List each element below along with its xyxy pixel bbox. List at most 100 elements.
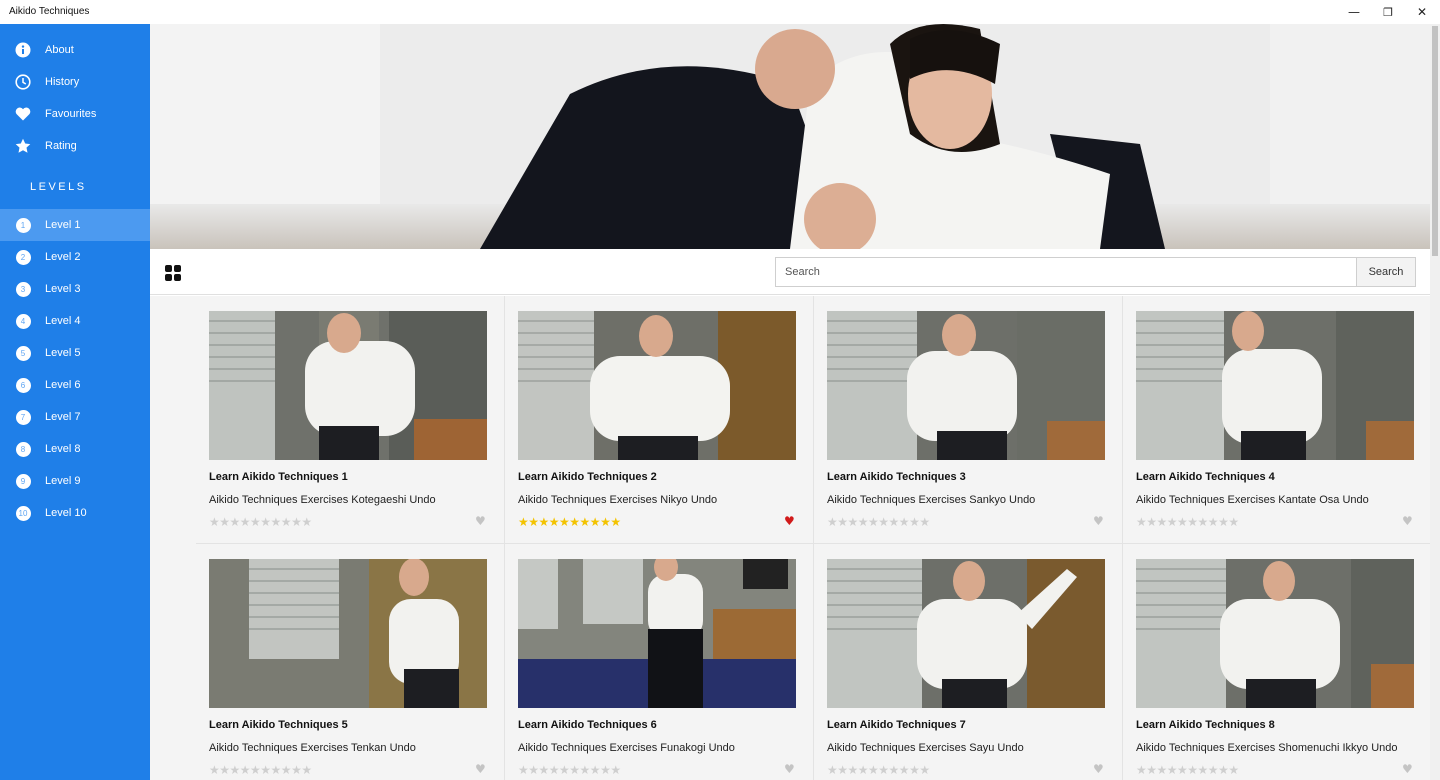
sidebar-item-level-10[interactable]: 10 Level 10 — [0, 497, 150, 529]
sidebar: About History Favourites Rating LEVELS 1… — [0, 24, 150, 780]
sidebar-item-label: Level 6 — [45, 379, 81, 391]
video-title: Learn Aikido Techniques 6 — [518, 719, 657, 731]
rating-stars[interactable]: ★★★★★★★★★★ — [827, 515, 930, 529]
favourite-heart-icon[interactable]: ♥ — [1402, 762, 1413, 776]
info-icon — [14, 41, 32, 59]
sidebar-item-level-5[interactable]: 5 Level 5 — [0, 337, 150, 369]
sidebar-item-about[interactable]: About — [0, 35, 150, 65]
video-thumbnail[interactable] — [1136, 559, 1414, 708]
video-card[interactable]: Learn Aikido Techniques 3 Aikido Techniq… — [814, 296, 1123, 544]
rating-stars[interactable]: ★★★★★★★★★★ — [1136, 515, 1239, 529]
sidebar-item-level-8[interactable]: 8 Level 8 — [0, 433, 150, 465]
sidebar-item-history[interactable]: History — [0, 67, 150, 97]
title-bar: Aikido Techniques — ❐ ✕ — [0, 0, 1440, 24]
level-number-icon: 1 — [14, 216, 32, 234]
sidebar-item-level-9[interactable]: 9 Level 9 — [0, 465, 150, 497]
sidebar-item-label: Level 8 — [45, 443, 81, 455]
video-thumbnail[interactable] — [209, 559, 487, 708]
level-number-icon: 8 — [14, 440, 32, 458]
video-thumbnail[interactable] — [518, 311, 796, 460]
sidebar-item-level-1[interactable]: 1 Level 1 — [0, 209, 150, 241]
sidebar-item-label: Level 7 — [45, 411, 81, 423]
sidebar-item-level-3[interactable]: 3 Level 3 — [0, 273, 150, 305]
level-number-icon: 10 — [14, 504, 32, 522]
video-card[interactable]: Learn Aikido Techniques 4 Aikido Techniq… — [1123, 296, 1430, 544]
video-card[interactable]: Learn Aikido Techniques 6 Aikido Techniq… — [505, 544, 814, 780]
sidebar-item-label: Level 5 — [45, 347, 81, 359]
sidebar-item-label: Level 3 — [45, 283, 81, 295]
toolbar: Search — [150, 249, 1430, 295]
rating-stars[interactable]: ★★★★★★★★★★ — [209, 515, 312, 529]
star-icon — [14, 137, 32, 155]
level-number-icon: 3 — [14, 280, 32, 298]
sidebar-item-label: Level 2 — [45, 251, 81, 263]
heart-icon — [14, 105, 32, 123]
rating-stars[interactable]: ★★★★★★★★★★ — [518, 763, 621, 777]
sidebar-item-label: Level 4 — [45, 315, 81, 327]
rating-stars[interactable]: ★★★★★★★★★★ — [518, 515, 621, 529]
level-number-icon: 2 — [14, 248, 32, 266]
sidebar-item-label: History — [45, 76, 80, 88]
clock-icon — [14, 73, 32, 91]
search-input[interactable] — [775, 257, 1357, 287]
sidebar-item-level-2[interactable]: 2 Level 2 — [0, 241, 150, 273]
sidebar-item-level-4[interactable]: 4 Level 4 — [0, 305, 150, 337]
favourite-heart-icon[interactable]: ♥ — [475, 514, 486, 528]
video-card[interactable]: Learn Aikido Techniques 8 Aikido Techniq… — [1123, 544, 1430, 780]
video-thumbnail[interactable] — [827, 559, 1105, 708]
levels-heading: LEVELS — [30, 181, 87, 193]
grid-view-icon[interactable] — [165, 265, 181, 281]
sidebar-item-label: Level 10 — [45, 507, 87, 519]
sidebar-item-level-6[interactable]: 6 Level 6 — [0, 369, 150, 401]
window-title: Aikido Techniques — [9, 6, 90, 17]
video-subtitle: Aikido Techniques Exercises Shomenuchi I… — [1136, 742, 1398, 754]
sidebar-item-label: Favourites — [45, 108, 97, 120]
favourite-heart-icon[interactable]: ♥ — [1093, 762, 1104, 776]
level-number-icon: 9 — [14, 472, 32, 490]
video-card[interactable]: Learn Aikido Techniques 1 Aikido Techniq… — [196, 296, 505, 544]
favourite-heart-icon[interactable]: ♥ — [1093, 514, 1104, 528]
favourite-heart-icon[interactable]: ♥ — [1402, 514, 1413, 528]
sidebar-item-favourites[interactable]: Favourites — [0, 99, 150, 129]
video-title: Learn Aikido Techniques 4 — [1136, 471, 1275, 483]
favourite-heart-icon[interactable]: ♥ — [475, 762, 486, 776]
level-number-icon: 7 — [14, 408, 32, 426]
video-title: Learn Aikido Techniques 1 — [209, 471, 348, 483]
favourite-heart-icon[interactable]: ♥ — [784, 514, 795, 528]
video-title: Learn Aikido Techniques 5 — [209, 719, 348, 731]
video-subtitle: Aikido Techniques Exercises Sankyo Undo — [827, 494, 1036, 506]
hero-banner — [150, 24, 1430, 249]
level-number-icon: 4 — [14, 312, 32, 330]
video-subtitle: Aikido Techniques Exercises Sayu Undo — [827, 742, 1024, 754]
rating-stars[interactable]: ★★★★★★★★★★ — [827, 763, 930, 777]
video-thumbnail[interactable] — [209, 311, 487, 460]
video-thumbnail[interactable] — [518, 559, 796, 708]
minimize-button[interactable]: — — [1338, 0, 1370, 24]
video-thumbnail[interactable] — [827, 311, 1105, 460]
video-card[interactable]: Learn Aikido Techniques 7 Aikido Techniq… — [814, 544, 1123, 780]
rating-stars[interactable]: ★★★★★★★★★★ — [209, 763, 312, 777]
sidebar-item-rating[interactable]: Rating — [0, 131, 150, 161]
sidebar-item-label: Level 9 — [45, 475, 81, 487]
sidebar-item-level-7[interactable]: 7 Level 7 — [0, 401, 150, 433]
video-title: Learn Aikido Techniques 8 — [1136, 719, 1275, 731]
video-subtitle: Aikido Techniques Exercises Nikyo Undo — [518, 494, 718, 506]
vertical-scrollbar[interactable] — [1430, 24, 1440, 780]
video-thumbnail[interactable] — [1136, 311, 1414, 460]
video-subtitle: Aikido Techniques Exercises Funakogi Und… — [518, 742, 735, 754]
video-subtitle: Aikido Techniques Exercises Kantate Osa … — [1136, 494, 1369, 506]
video-title: Learn Aikido Techniques 7 — [827, 719, 966, 731]
favourite-heart-icon[interactable]: ♥ — [784, 762, 795, 776]
video-grid: Learn Aikido Techniques 1 Aikido Techniq… — [150, 296, 1430, 780]
sidebar-item-label: About — [45, 44, 74, 56]
video-title: Learn Aikido Techniques 2 — [518, 471, 657, 483]
close-button[interactable]: ✕ — [1406, 0, 1438, 24]
hero-image — [150, 24, 1430, 249]
video-card[interactable]: Learn Aikido Techniques 5 Aikido Techniq… — [196, 544, 505, 780]
restore-button[interactable]: ❐ — [1372, 0, 1404, 24]
rating-stars[interactable]: ★★★★★★★★★★ — [1136, 763, 1239, 777]
video-card[interactable]: Learn Aikido Techniques 2 Aikido Techniq… — [505, 296, 814, 544]
sidebar-item-label: Level 1 — [45, 219, 81, 231]
search-button[interactable]: Search — [1356, 257, 1416, 287]
scrollbar-thumb[interactable] — [1432, 26, 1438, 256]
